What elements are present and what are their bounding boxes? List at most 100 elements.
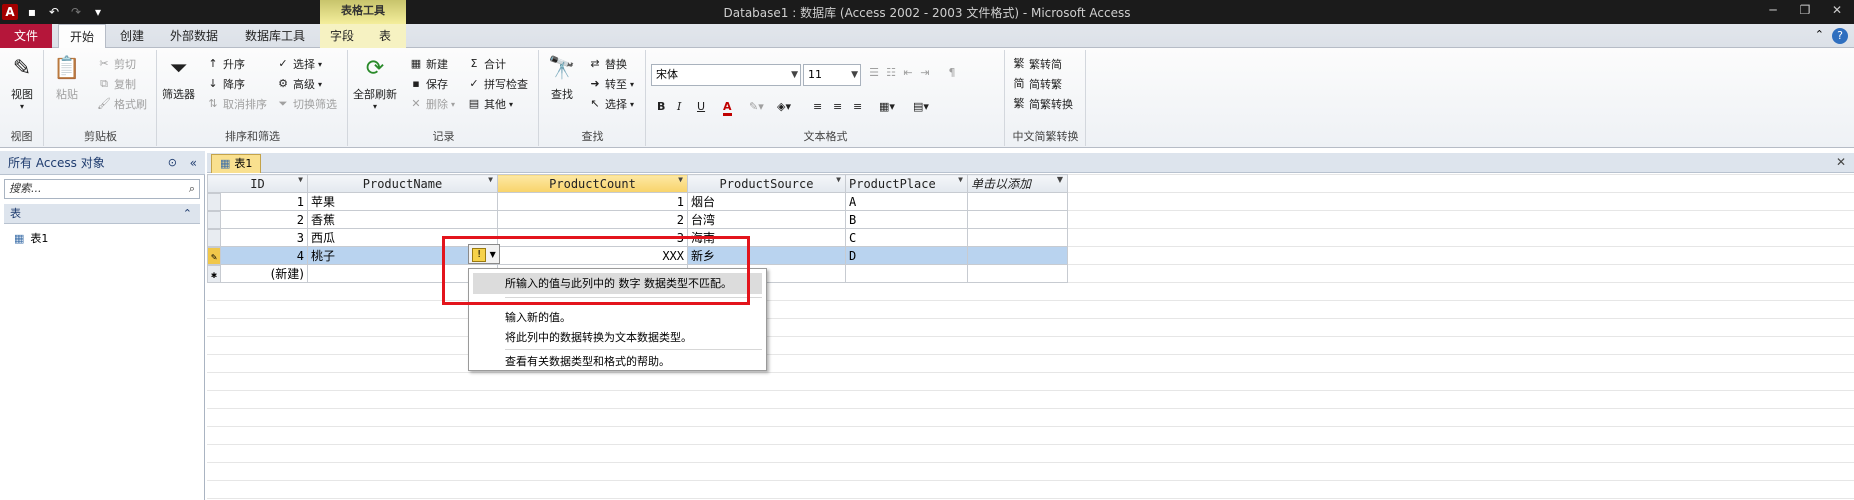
highlight-icon[interactable]: ✎▾: [749, 100, 764, 113]
collapse-nav-icon[interactable]: «: [190, 151, 197, 175]
traditional-to-simplified-button[interactable]: 繁繁转简: [1012, 56, 1063, 72]
goto-button[interactable]: ➜ 转至 ▾: [588, 76, 634, 92]
tab-fields[interactable]: 字段: [320, 24, 364, 48]
nav-search-input[interactable]: 搜索... ⌕: [4, 179, 200, 199]
bold-button[interactable]: B: [657, 100, 665, 113]
restore-icon[interactable]: ❐: [1794, 2, 1816, 18]
chevron-down-icon[interactable]: ▼: [1057, 175, 1063, 184]
chevron-down-icon[interactable]: ▼: [678, 175, 683, 184]
gridlines-icon[interactable]: ▦▾: [879, 100, 895, 113]
font-size-select[interactable]: 11 ▼: [803, 64, 861, 86]
close-document-icon[interactable]: ✕: [1836, 155, 1846, 169]
cell-productplace[interactable]: A: [845, 192, 968, 211]
align-right-icon[interactable]: ≡: [853, 100, 862, 113]
search-icon[interactable]: ⌕: [189, 180, 195, 198]
cell-productsource[interactable]: 台湾: [687, 210, 846, 229]
cell-id[interactable]: 1: [207, 192, 308, 211]
chevron-down-icon[interactable]: ▼: [298, 175, 303, 184]
replace-button[interactable]: ⇄ 替换: [588, 56, 627, 72]
cell-productsource[interactable]: 烟台: [687, 192, 846, 211]
fill-color-icon[interactable]: ◈▾: [777, 100, 791, 113]
column-header-add[interactable]: 单击以添加 ▼: [967, 174, 1068, 193]
cell-new-add[interactable]: [967, 264, 1068, 283]
new-record-asterisk-icon[interactable]: ✱: [207, 264, 221, 283]
cut-button[interactable]: ✂ 剪切: [97, 56, 136, 72]
chevron-down-icon[interactable]: ▼: [488, 175, 493, 184]
close-icon[interactable]: ✕: [1826, 2, 1848, 18]
totals-button[interactable]: Σ 合计: [467, 56, 506, 72]
nav-header[interactable]: 所有 Access 对象 ⊙ «: [0, 151, 205, 175]
cell-add[interactable]: [967, 192, 1068, 211]
spelling-button[interactable]: ✓ 拼写检查: [467, 76, 528, 92]
cell-productname[interactable]: 苹果: [307, 192, 498, 211]
simplified-to-traditional-button[interactable]: 简简转繁: [1012, 76, 1063, 92]
refresh-all-button[interactable]: ⟳ 全部刷新 ▾: [353, 54, 397, 111]
cell-productplace[interactable]: B: [845, 210, 968, 229]
menu-item-enter-new-value[interactable]: 输入新的值。: [473, 307, 762, 328]
toggle-filter-button[interactable]: ⏷ 切换筛选: [276, 96, 337, 112]
alt-row-color-icon[interactable]: ▤▾: [913, 100, 929, 113]
document-tab-table1[interactable]: ▦ 表1: [211, 154, 262, 173]
collapse-group-icon[interactable]: ⌃: [183, 204, 192, 224]
save-record-button[interactable]: ▪ 保存: [409, 76, 448, 92]
view-button[interactable]: ✎ 视图 ▾: [6, 54, 38, 111]
cell-new[interactable]: (新建): [207, 264, 308, 283]
remove-sort-button[interactable]: ⇅ 取消排序: [206, 96, 267, 112]
column-header-productplace[interactable]: ProductPlace ▼: [845, 174, 968, 193]
column-header-productcount[interactable]: ProductCount ▼: [497, 174, 688, 193]
font-color-icon[interactable]: A: [723, 100, 732, 116]
cell-add[interactable]: [967, 210, 1068, 229]
tab-home[interactable]: 开始: [58, 24, 106, 49]
filter-button[interactable]: ⏷ 筛选器: [162, 54, 195, 102]
menu-item-help[interactable]: 查看有关数据类型和格式的帮助。: [473, 351, 762, 372]
column-header-productsource[interactable]: ProductSource ▼: [687, 174, 846, 193]
cell-id[interactable]: 2: [207, 210, 308, 229]
cell-productcount[interactable]: 1: [497, 192, 688, 211]
advanced-button[interactable]: ⚙ 高级 ▾: [276, 76, 322, 92]
tab-external-data[interactable]: 外部数据: [158, 24, 230, 48]
italic-button[interactable]: I: [677, 100, 681, 113]
cell-id[interactable]: 4: [207, 246, 308, 265]
new-record-button[interactable]: ▦ 新建: [409, 56, 448, 72]
copy-button[interactable]: ⧉ 复制: [97, 76, 136, 92]
menu-item-convert-to-text[interactable]: 将此列中的数据转换为文本数据类型。: [473, 327, 762, 348]
nav-group-tables[interactable]: 表 ⌃: [4, 204, 200, 224]
cell-new-productplace[interactable]: [845, 264, 968, 283]
align-left-icon[interactable]: ≡: [813, 100, 822, 113]
sort-descending-button[interactable]: ↓ 降序: [206, 76, 245, 92]
cell-add[interactable]: [967, 228, 1068, 247]
cell-add[interactable]: [967, 246, 1068, 265]
selection-button[interactable]: ✓ 选择 ▾: [276, 56, 322, 72]
tab-create[interactable]: 创建: [112, 24, 152, 48]
chevron-down-icon[interactable]: ▼: [836, 175, 841, 184]
format-painter-button[interactable]: 🖌 格式刷: [97, 96, 147, 112]
tab-database-tools[interactable]: 数据库工具: [236, 24, 314, 48]
cell-productcount[interactable]: 2: [497, 210, 688, 229]
cell-productname[interactable]: 香蕉: [307, 210, 498, 229]
cell-productplace[interactable]: C: [845, 228, 968, 247]
find-button[interactable]: 🔭 查找: [546, 54, 578, 102]
help-icon[interactable]: ?: [1832, 28, 1848, 44]
column-header-id[interactable]: ID ▼: [207, 174, 308, 193]
font-family-select[interactable]: 宋体 ▼: [651, 64, 801, 86]
tab-file[interactable]: 文件: [0, 24, 52, 48]
nav-dropdown-icon[interactable]: ⊙: [168, 151, 177, 175]
cell-id[interactable]: 3: [207, 228, 308, 247]
convert-button[interactable]: 繁简繁转换: [1012, 96, 1074, 112]
edit-pencil-icon[interactable]: ✎: [207, 246, 221, 265]
paste-button[interactable]: 📋 粘贴: [51, 54, 83, 102]
column-header-productname[interactable]: ProductName ▼: [307, 174, 498, 193]
row-selector[interactable]: [207, 192, 221, 211]
minimize-ribbon-icon[interactable]: ⌃: [1815, 28, 1824, 44]
nav-item-table1[interactable]: ▦ 表1: [14, 229, 48, 249]
select-button[interactable]: ↖ 选择 ▾: [588, 96, 634, 112]
align-center-icon[interactable]: ≡: [833, 100, 842, 113]
delete-record-button[interactable]: ✕ 删除 ▾: [409, 96, 455, 112]
minimize-icon[interactable]: ─: [1762, 2, 1784, 18]
row-selector[interactable]: [207, 228, 221, 247]
more-button[interactable]: ▤ 其他 ▾: [467, 96, 513, 112]
sort-ascending-button[interactable]: ↑ 升序: [206, 56, 245, 72]
cell-productplace[interactable]: D: [845, 246, 968, 265]
underline-button[interactable]: U: [697, 100, 705, 113]
bullets-button[interactable]: ☰ ☷ ⇤ ⇥ ¶: [867, 66, 959, 80]
